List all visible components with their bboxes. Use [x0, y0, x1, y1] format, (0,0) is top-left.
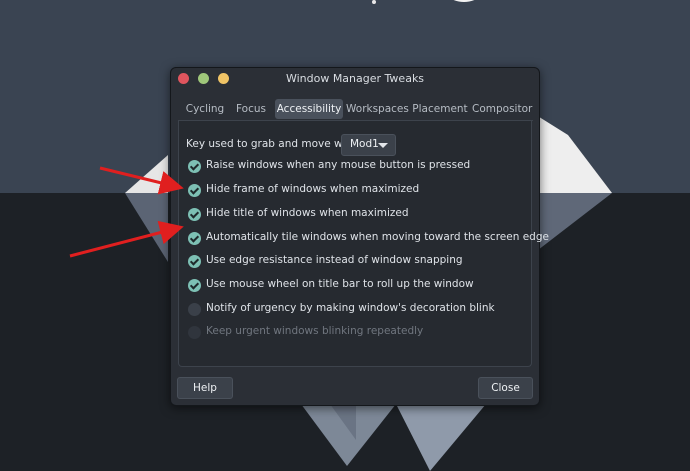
- annotation-arrow-icon: [99, 166, 184, 195]
- annotation-arrow-icon: [69, 220, 184, 258]
- annotation-arrows: [69, 166, 184, 258]
